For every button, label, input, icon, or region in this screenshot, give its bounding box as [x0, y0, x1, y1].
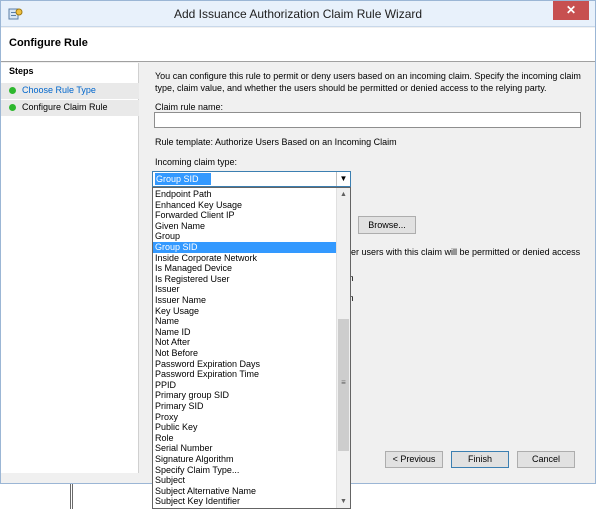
step-current-icon: [9, 104, 16, 111]
dropdown-option[interactable]: Name ID: [153, 327, 337, 338]
dropdown-option[interactable]: Specify Claim Type...: [153, 465, 337, 476]
dropdown-option[interactable]: Subject Key Identifier: [153, 496, 337, 507]
incoming-claim-type-value: Group SID: [155, 173, 211, 185]
dropdown-option[interactable]: Signature Algorithm: [153, 454, 337, 465]
step-choose-rule-type[interactable]: Choose Rule Type: [1, 83, 139, 99]
dropdown-option[interactable]: Issuer: [153, 284, 337, 295]
dropdown-option[interactable]: Public Key: [153, 422, 337, 433]
dropdown-option[interactable]: Forwarded Client IP: [153, 210, 337, 221]
dropdown-option[interactable]: Is Managed Device: [153, 263, 337, 274]
claim-type-dropdown-list: Endpoint Path Enhanced Key Usage Forwarded…: [152, 187, 351, 509]
grip-icon: ≡: [341, 378, 346, 387]
dropdown-option[interactable]: Key Usage: [153, 306, 337, 317]
dropdown-option[interactable]: Proxy: [153, 412, 337, 423]
scroll-down-arrow-icon[interactable]: ▼: [337, 495, 350, 508]
dropdown-option[interactable]: Is Registered User: [153, 274, 337, 285]
dropdown-option[interactable]: Subject: [153, 475, 337, 486]
browse-button[interactable]: Browse...: [358, 216, 416, 234]
steps-panel: Steps Choose Rule Type Configure Claim R…: [1, 63, 139, 473]
dropdown-option[interactable]: Enhanced Key Usage: [153, 200, 337, 211]
dropdown-option[interactable]: Subject Alternative Name: [153, 486, 337, 497]
window-title: Add Issuance Authorization Claim Rule Wi…: [173, 7, 423, 21]
close-icon: ✕: [565, 3, 577, 17]
scroll-thumb[interactable]: ≡: [338, 319, 349, 451]
claim-rule-name-input[interactable]: [154, 112, 581, 128]
claim-rule-name-label: Claim rule name:: [155, 102, 224, 112]
dropdown-option[interactable]: Inside Corporate Network: [153, 253, 337, 264]
incoming-claim-type-label: Incoming claim type:: [155, 157, 238, 167]
background-line: [70, 484, 73, 509]
dropdown-option[interactable]: Group: [153, 231, 337, 242]
step-configure-claim-rule: Configure Claim Rule: [1, 100, 139, 116]
steps-heading: Steps: [9, 66, 34, 76]
rule-template-text: Rule template: Authorize Users Based on …: [155, 137, 397, 147]
dropdown-option[interactable]: PPID: [153, 380, 337, 391]
step-label[interactable]: Choose Rule Type: [22, 85, 96, 95]
permit-deny-description: her users with this claim will be permit…: [346, 247, 581, 257]
scroll-up-arrow-icon[interactable]: ▲: [337, 188, 350, 201]
title-bar[interactable]: Add Issuance Authorization Claim Rule Wi…: [1, 1, 595, 27]
dropdown-option[interactable]: Name: [153, 316, 337, 327]
page-header: Configure Rule: [1, 28, 595, 62]
dropdown-option[interactable]: Not After: [153, 337, 337, 348]
dropdown-option[interactable]: Issuer Name: [153, 295, 337, 306]
previous-button[interactable]: < Previous: [385, 451, 443, 468]
finish-button[interactable]: Finish: [451, 451, 509, 468]
dropdown-option[interactable]: Endpoint Path: [153, 189, 337, 200]
step-complete-icon: [9, 87, 16, 94]
dropdown-option[interactable]: Given Name: [153, 221, 337, 232]
dropdown-option[interactable]: Role: [153, 433, 337, 444]
page-title: Configure Rule: [9, 37, 88, 49]
dropdown-option[interactable]: Password Expiration Time: [153, 369, 337, 380]
dropdown-option[interactable]: Password Expiration Days: [153, 359, 337, 370]
dropdown-option[interactable]: Group SID: [153, 242, 337, 253]
chevron-down-icon[interactable]: ▼: [336, 172, 350, 186]
dropdown-option[interactable]: Primary SID: [153, 401, 337, 412]
dropdown-option[interactable]: Primary group SID: [153, 390, 337, 401]
dropdown-scrollbar[interactable]: ▲ ≡ ▼: [336, 188, 350, 508]
cancel-button[interactable]: Cancel: [517, 451, 575, 468]
step-label: Configure Claim Rule: [22, 102, 108, 112]
incoming-claim-type-select[interactable]: Group SID ▼: [152, 171, 351, 187]
dropdown-option[interactable]: Serial Number: [153, 443, 337, 454]
dropdown-option[interactable]: Not Before: [153, 348, 337, 359]
rule-description: You can configure this rule to permit or…: [155, 71, 581, 93]
close-button[interactable]: ✕: [553, 1, 589, 20]
